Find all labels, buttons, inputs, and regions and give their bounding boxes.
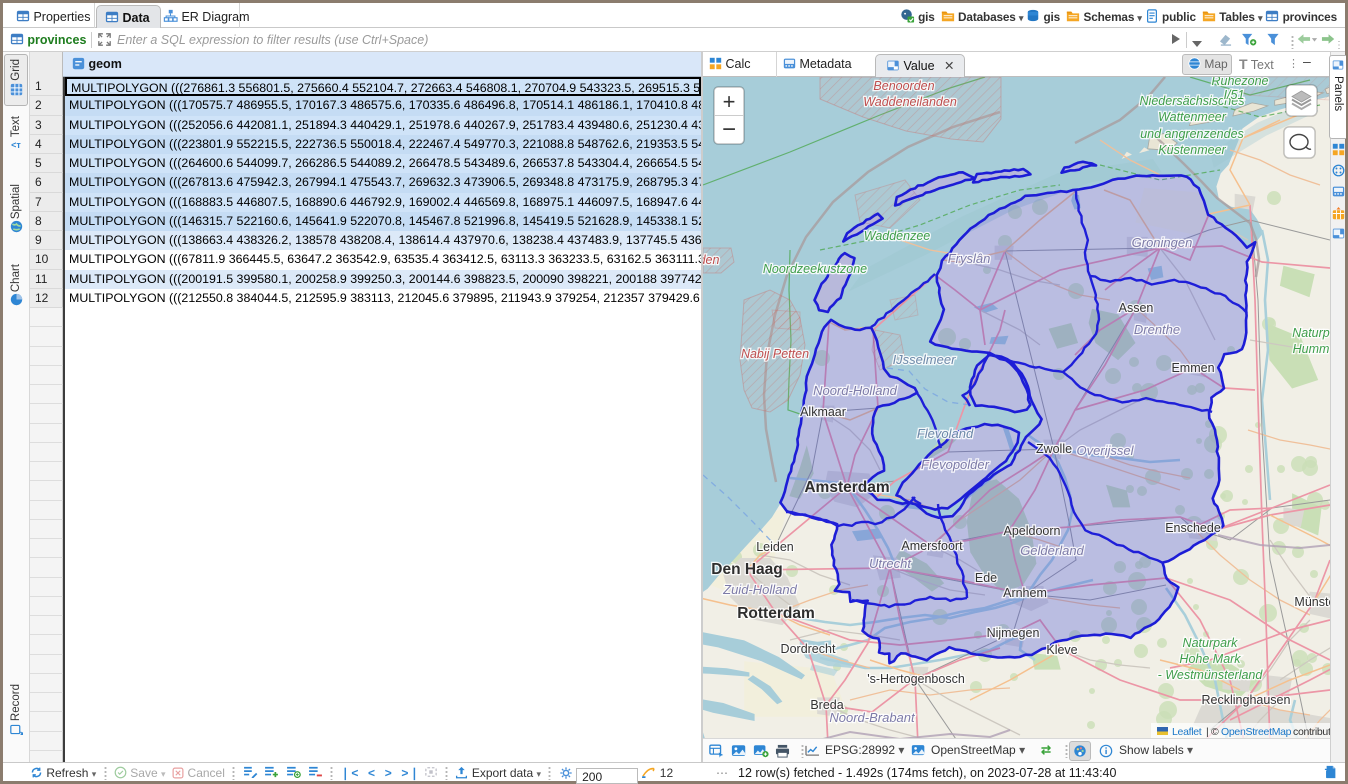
svg-text:IJsselmeer: IJsselmeer: [893, 352, 957, 367]
svg-text:Nijmegen: Nijmegen: [987, 626, 1040, 640]
svg-text:Flevopolder: Flevopolder: [921, 457, 990, 472]
svg-text:Naturpark: Naturpark: [1183, 636, 1239, 650]
svg-text:den: den: [703, 253, 719, 267]
svg-text:Humm: Humm: [1293, 342, 1330, 356]
svg-text:Rotterdam: Rotterdam: [737, 605, 815, 622]
svg-text:−: −: [722, 116, 736, 143]
svg-text:Noordzeekustzone: Noordzeekustzone: [763, 262, 867, 276]
svg-text:Amsterdam: Amsterdam: [804, 479, 889, 496]
svg-text:Benoorden: Benoorden: [873, 79, 934, 93]
svg-text:Arnhem: Arnhem: [1003, 586, 1047, 600]
svg-text:Recklinghausen: Recklinghausen: [1202, 693, 1291, 707]
svg-text:Utrecht: Utrecht: [869, 556, 912, 571]
svg-text:Waddeneilanden: Waddeneilanden: [863, 95, 957, 109]
svg-text:Alkmaar: Alkmaar: [800, 405, 846, 419]
svg-text:'s-Hertogenbosch: 's-Hertogenbosch: [867, 672, 965, 686]
svg-text:contributors: contributors: [1293, 726, 1330, 738]
svg-text:Gelderland: Gelderland: [1020, 543, 1084, 558]
svg-text:Wattenmeer: Wattenmeer: [1158, 110, 1227, 124]
svg-text:Noord-Holland: Noord-Holland: [813, 383, 898, 398]
svg-text:- Westmünsterland: - Westmünsterland: [1158, 668, 1264, 682]
svg-text:| ©: | ©: [1206, 726, 1219, 738]
svg-text:Assen: Assen: [1119, 301, 1154, 315]
svg-text:Dordrecht: Dordrecht: [781, 642, 836, 656]
svg-text:Nabij Petten: Nabij Petten: [741, 347, 809, 361]
svg-text:Münster: Münster: [1294, 595, 1330, 609]
svg-text:Noord-Brabant: Noord-Brabant: [829, 710, 916, 725]
svg-text:Leiden: Leiden: [756, 540, 794, 554]
svg-text:Naturp: Naturp: [1292, 326, 1330, 340]
svg-text:Waddenzee: Waddenzee: [864, 229, 931, 243]
svg-text:Hohe Mark: Hohe Mark: [1179, 652, 1241, 666]
svg-text:Leaflet: Leaflet: [1172, 726, 1202, 738]
svg-text:Overijssel: Overijssel: [1076, 443, 1134, 458]
svg-text:Küstenmeer: Küstenmeer: [1158, 143, 1226, 157]
svg-text:Den Haag: Den Haag: [711, 561, 783, 578]
svg-text:Groningen: Groningen: [1132, 235, 1193, 250]
svg-text:OpenStreetMap: OpenStreetMap: [1221, 726, 1292, 738]
svg-text:Fryslân: Fryslân: [948, 251, 991, 266]
svg-text:Ede: Ede: [975, 571, 997, 585]
svg-text:+: +: [723, 89, 736, 114]
svg-text:Enschede: Enschede: [1165, 521, 1221, 535]
svg-text:und angrenzendes: und angrenzendes: [1140, 127, 1244, 141]
svg-text:Zwolle: Zwolle: [1036, 442, 1072, 456]
svg-text:Kleve: Kleve: [1046, 643, 1077, 657]
svg-text:Drenthe: Drenthe: [1134, 322, 1180, 337]
svg-text:Apeldoorn: Apeldoorn: [1004, 524, 1061, 538]
svg-text:Flevoland: Flevoland: [917, 426, 974, 441]
svg-text:Emmen: Emmen: [1171, 361, 1214, 375]
svg-text:Ruhezone: Ruhezone: [1212, 77, 1269, 88]
svg-text:Zuid-Holland: Zuid-Holland: [722, 582, 797, 597]
svg-text:Amersfoort: Amersfoort: [901, 539, 963, 553]
svg-text:I/51: I/51: [1224, 88, 1245, 102]
